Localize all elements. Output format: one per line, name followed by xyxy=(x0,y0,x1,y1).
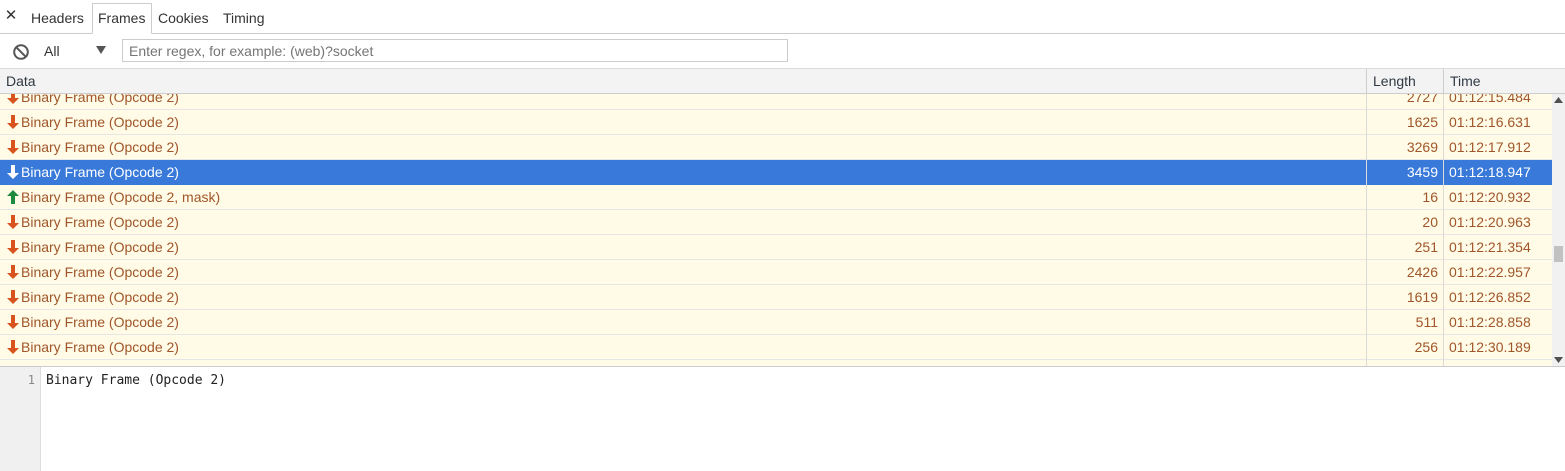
frame-message-view[interactable]: 1 Binary Frame (Opcode 2) xyxy=(0,366,1565,471)
frame-data-cell: Binary Frame (Opcode 2) xyxy=(0,285,1366,309)
frame-data-text: Binary Frame (Opcode 2) xyxy=(21,239,179,255)
frame-time-cell: 01:12:20.932 xyxy=(1449,189,1531,205)
filter-input[interactable] xyxy=(122,39,788,62)
frame-row[interactable]: Binary Frame (Opcode 2) 1625 01:12:16.631 xyxy=(0,110,1552,135)
tab-cookies[interactable]: Cookies xyxy=(153,3,214,34)
arrow-down-icon xyxy=(7,265,19,279)
frame-time-cell: 01:12:21.354 xyxy=(1449,239,1531,255)
arrow-down-icon xyxy=(7,115,19,129)
scroll-down-arrow-icon[interactable] xyxy=(1554,355,1563,364)
frame-data-cell: Binary Frame (Opcode 2) xyxy=(0,235,1366,259)
column-header-length[interactable]: Length xyxy=(1367,69,1443,93)
frame-data-cell: Binary Frame (Opcode 2, mask) xyxy=(0,185,1366,209)
arrow-up-icon xyxy=(7,190,19,204)
frame-time-cell: 01:12:20.963 xyxy=(1449,214,1531,230)
column-divider xyxy=(1443,94,1444,366)
frame-row[interactable]: Binary Frame (Opcode 2) 2426 01:12:22.957 xyxy=(0,260,1552,285)
tab-headers[interactable]: Headers xyxy=(26,3,89,34)
frame-length-cell: 20 xyxy=(1422,214,1438,230)
frame-length-cell: 1625 xyxy=(1406,114,1438,130)
frame-length-cell: 3269 xyxy=(1406,139,1438,155)
grid-header: Data Length Time xyxy=(0,69,1565,94)
tab-timing[interactable]: Timing xyxy=(218,3,270,34)
frame-length-cell: 1619 xyxy=(1406,289,1438,305)
frame-time-cell: 01:12:30.189 xyxy=(1449,339,1531,355)
frame-row[interactable]: Binary Frame (Opcode 2, mask) 16 01:12:20.… xyxy=(0,185,1552,210)
frame-length-cell: 2426 xyxy=(1406,264,1438,280)
frame-type-value: All xyxy=(44,43,60,59)
column-header-data[interactable]: Data xyxy=(0,69,1366,93)
arrow-down-icon xyxy=(7,165,19,179)
frame-data-text: Binary Frame (Opcode 2) xyxy=(21,94,179,105)
arrow-down-icon xyxy=(7,290,19,304)
frame-data-cell: Binary Frame (Opcode 2) xyxy=(0,135,1366,159)
close-icon[interactable]: ✕ xyxy=(4,8,18,24)
frame-time-cell: 01:12:22.957 xyxy=(1449,264,1531,280)
frames-table: Binary Frame (Opcode 2) 2727 01:12:15.484 B… xyxy=(0,94,1552,366)
frame-time-cell: 01:12:18.947 xyxy=(1449,164,1531,180)
tab-frames[interactable]: Frames xyxy=(92,3,152,34)
frame-length-cell: 2727 xyxy=(1406,94,1438,105)
frame-data-cell: Binary Frame (Opcode 2) xyxy=(0,94,1366,109)
frame-length-cell: 16 xyxy=(1422,189,1438,205)
frame-data-text: Binary Frame (Opcode 2) xyxy=(21,339,179,355)
frame-row[interactable]: Binary Frame (Opcode 2) 1619 01:12:26.852 xyxy=(0,285,1552,310)
frame-length-cell: 3459 xyxy=(1406,164,1438,180)
frame-row[interactable]: Binary Frame (Opcode 2) 256 01:12:30.189 xyxy=(0,335,1552,360)
frame-data-text: Binary Frame (Opcode 2) xyxy=(21,264,179,280)
frame-data-text: Binary Frame (Opcode 2) xyxy=(21,139,179,155)
frame-length-cell: 251 xyxy=(1414,239,1438,255)
frame-time-cell: 01:12:28.858 xyxy=(1449,314,1531,330)
tab-bar: ✕ Headers Frames Cookies Timing xyxy=(0,0,1565,34)
frame-length-cell: 511 xyxy=(1415,314,1438,330)
frame-data-cell: Binary Frame (Opcode 2) xyxy=(0,335,1366,359)
frame-data-text: Binary Frame (Opcode 2) xyxy=(21,164,179,180)
line-gutter: 1 xyxy=(0,367,41,471)
frame-time-cell: 01:12:15.484 xyxy=(1449,94,1531,105)
frame-row[interactable]: Binary Frame (Opcode 2) 20 01:12:20.963 xyxy=(0,210,1552,235)
frame-data-text: Binary Frame (Opcode 2) xyxy=(21,214,179,230)
arrow-down-icon xyxy=(7,240,19,254)
arrow-down-icon xyxy=(7,215,19,229)
frame-row[interactable]: Binary Frame (Opcode 2) 3459 01:12:18.947 xyxy=(0,160,1552,185)
frame-message-text: Binary Frame (Opcode 2) xyxy=(46,373,227,388)
arrow-down-icon xyxy=(7,140,19,154)
frame-length-cell: 256 xyxy=(1414,339,1438,355)
frame-data-text: Binary Frame (Opcode 2) xyxy=(21,114,179,130)
frame-time-cell: 01:12:26.852 xyxy=(1449,289,1531,305)
frame-data-cell: Binary Frame (Opcode 2) xyxy=(0,110,1366,134)
frame-time-cell: 01:12:16.631 xyxy=(1449,114,1531,130)
arrow-down-icon xyxy=(7,340,19,354)
frame-data-cell: Binary Frame (Opcode 2) xyxy=(0,160,1366,184)
arrow-down-icon xyxy=(7,315,19,329)
frame-type-select[interactable]: All xyxy=(38,40,112,62)
frame-row[interactable]: Binary Frame (Opcode 2) 2727 01:12:15.484 xyxy=(0,94,1552,110)
frame-row[interactable]: Binary Frame (Opcode 2) 3269 01:12:17.912 xyxy=(0,135,1552,160)
arrow-down-icon xyxy=(7,94,19,104)
scrollbar-thumb[interactable] xyxy=(1554,246,1563,262)
frame-time-cell: 01:12:17.912 xyxy=(1449,139,1531,155)
frame-data-cell: Binary Frame (Opcode 2) xyxy=(0,260,1366,284)
frame-row[interactable]: Binary Frame (Opcode 2) 511 01:12:28.858 xyxy=(0,310,1552,335)
chevron-down-icon xyxy=(96,46,106,54)
frame-data-cell: Binary Frame (Opcode 2) xyxy=(0,210,1366,234)
filter-bar: All xyxy=(0,34,1565,69)
vertical-scrollbar[interactable] xyxy=(1552,94,1565,366)
frame-data-text: Binary Frame (Opcode 2, mask) xyxy=(21,189,221,205)
frame-row[interactable]: Binary Frame (Opcode 2) 251 01:12:21.354 xyxy=(0,235,1552,260)
column-header-time[interactable]: Time xyxy=(1444,69,1565,93)
block-icon[interactable] xyxy=(12,43,30,61)
frame-data-text: Binary Frame (Opcode 2) xyxy=(21,289,179,305)
frame-data-text: Binary Frame (Opcode 2) xyxy=(21,314,179,330)
line-number: 1 xyxy=(27,373,35,387)
frame-data-cell: Binary Frame (Opcode 2) xyxy=(0,310,1366,334)
scroll-up-arrow-icon[interactable] xyxy=(1554,96,1563,105)
column-divider xyxy=(1366,94,1367,366)
